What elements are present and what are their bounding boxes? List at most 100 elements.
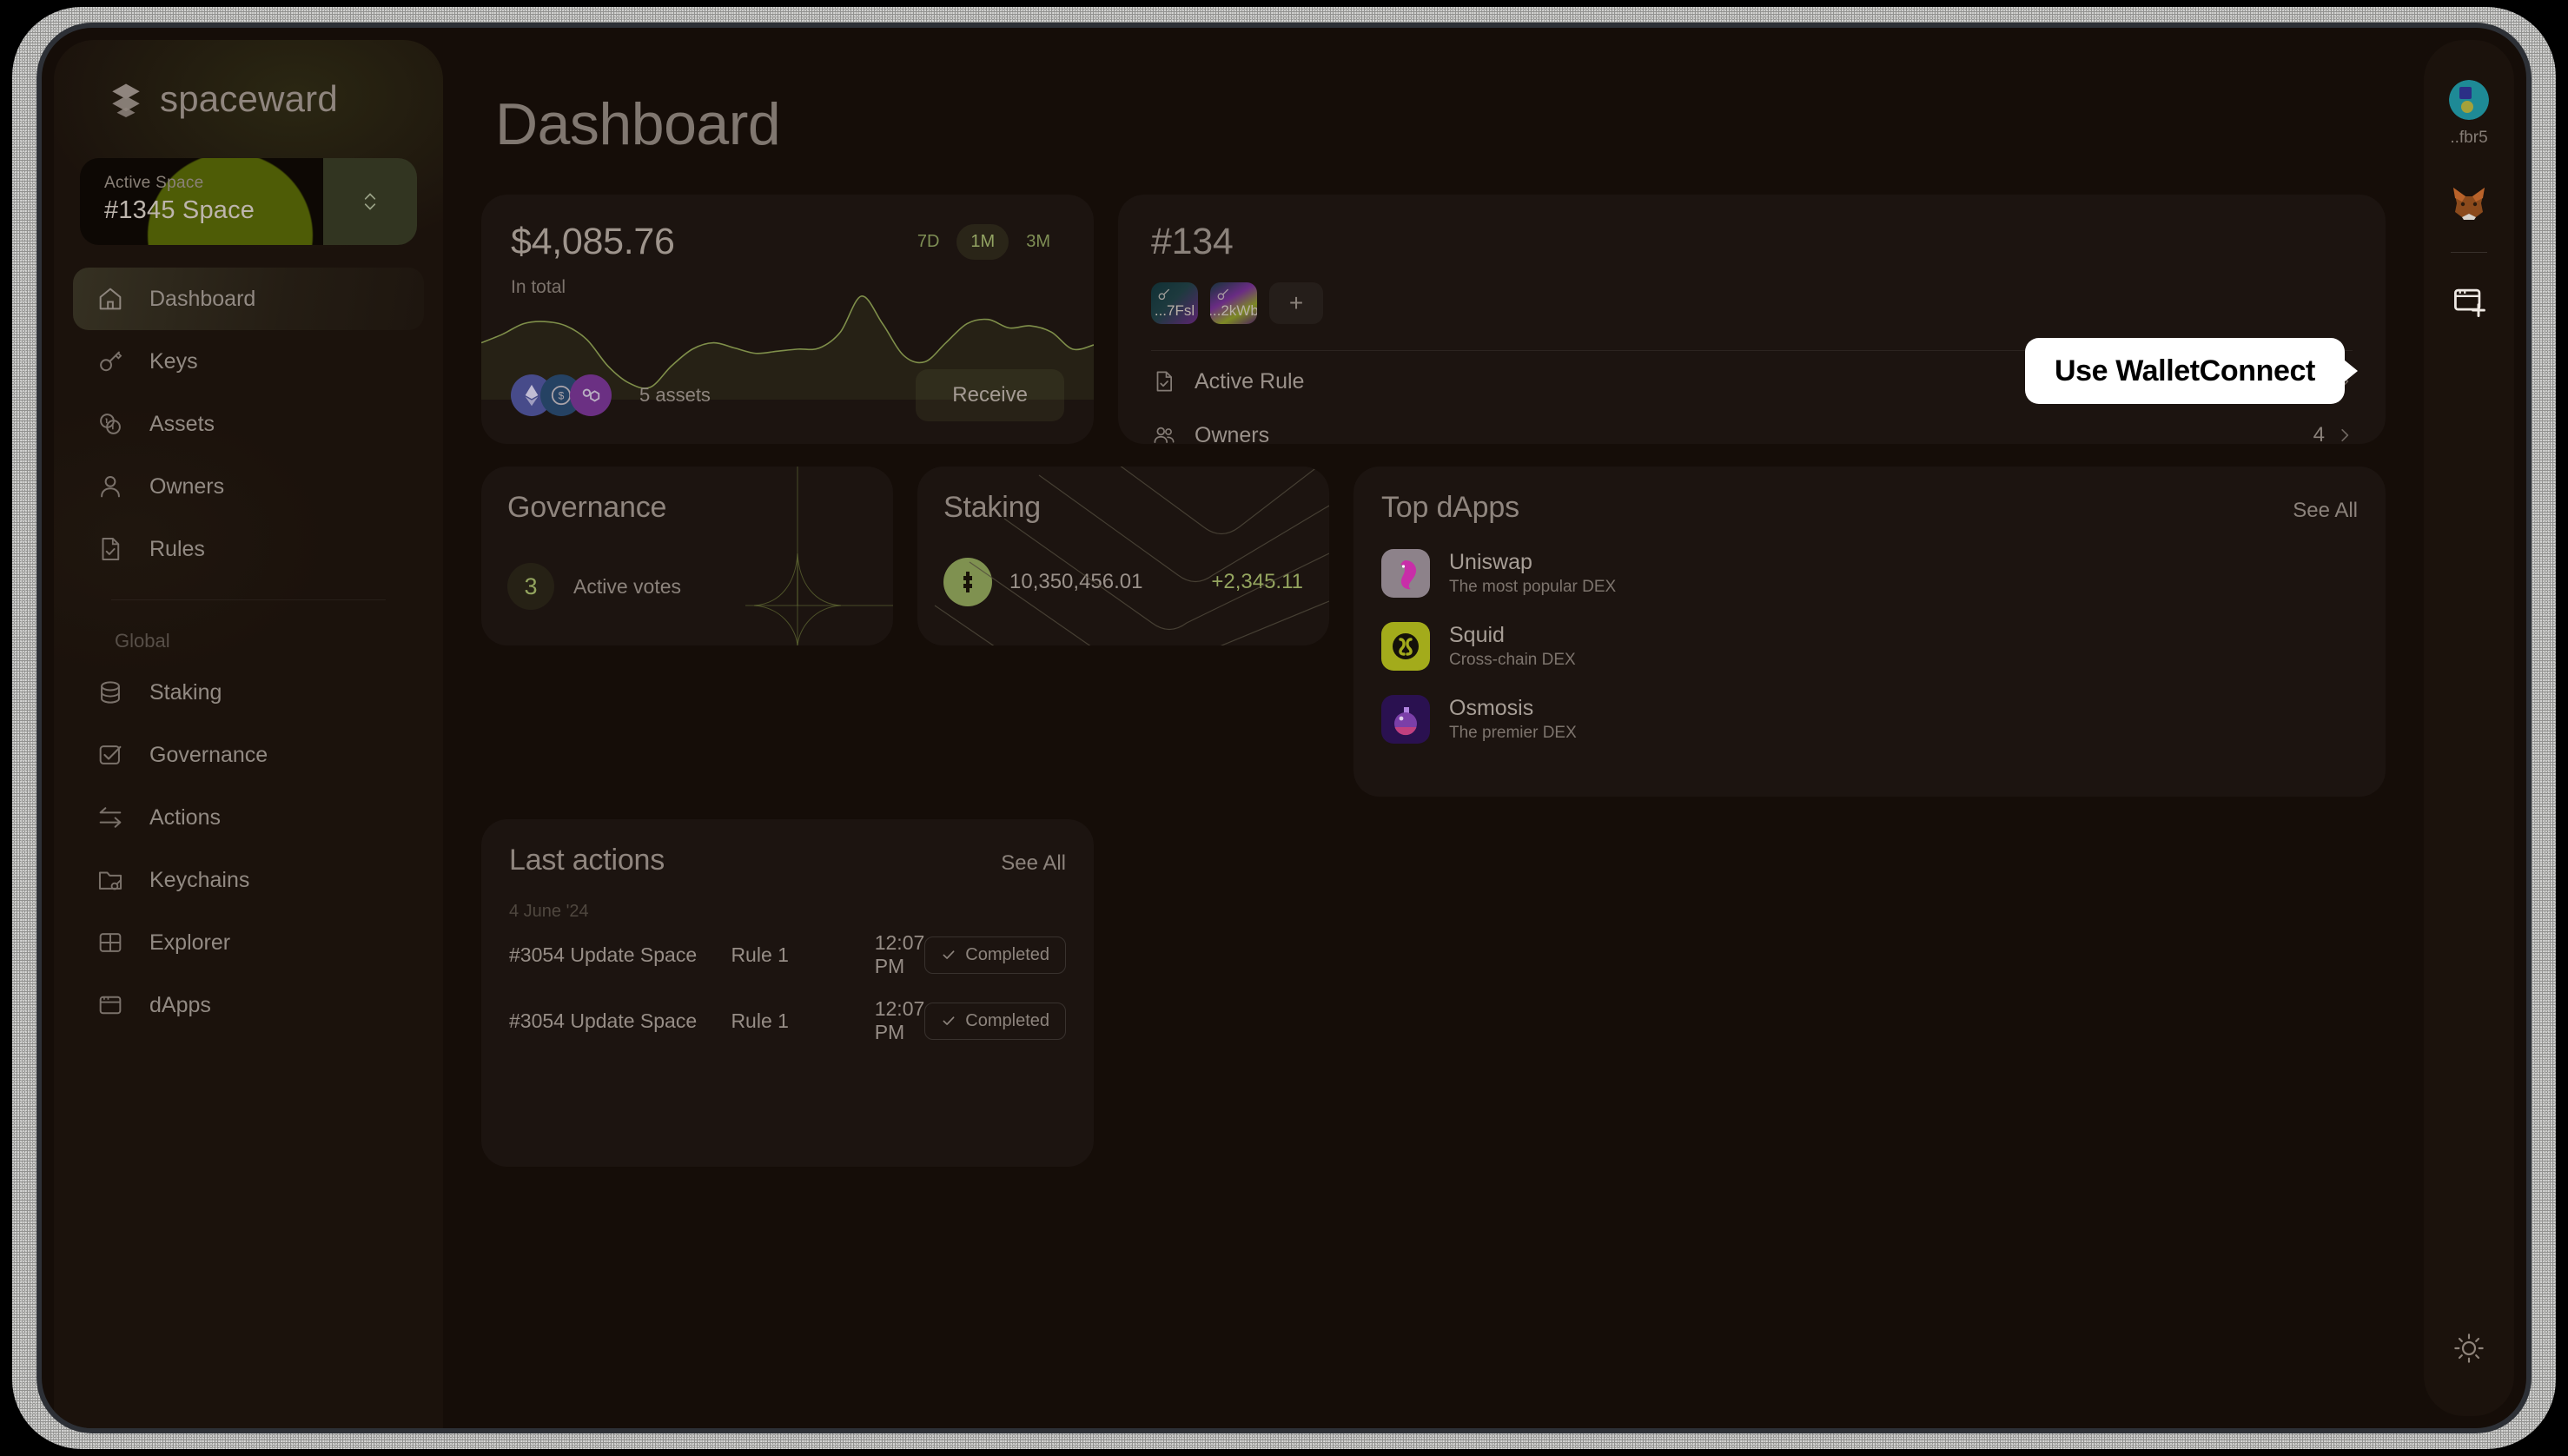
sidebar-item-governance[interactable]: Governance <box>73 724 424 786</box>
staking-card[interactable]: Staking 10,350,456.01 +2,345.11 <box>917 467 1329 645</box>
sidebar-item-staking[interactable]: Staking <box>73 661 424 724</box>
time-range-selector: 7D 1M 3M <box>903 224 1064 260</box>
sidebar-item-actions[interactable]: Actions <box>73 786 424 849</box>
metamask-fox-icon[interactable] <box>2448 181 2490 222</box>
space-selector-toggle[interactable] <box>323 158 417 245</box>
sidebar-group-label: Global <box>73 600 424 661</box>
action-name: #3054 Update Space <box>509 943 731 967</box>
range-7d[interactable]: 7D <box>903 224 954 260</box>
table-row[interactable]: #3054 Update Space Rule 1 12:07 PM Compl… <box>509 922 1066 988</box>
action-time: 12:07 PM <box>875 997 925 1044</box>
status-badge-label: Completed <box>965 1011 1049 1031</box>
key-icon <box>96 347 125 376</box>
sidebar: spaceward Active Space #1345 Space <box>54 40 443 1428</box>
status-badge: Completed <box>924 936 1066 974</box>
action-rule: Rule 1 <box>731 1009 874 1033</box>
swap-arrows-icon <box>96 803 125 832</box>
sidebar-item-label: Governance <box>149 743 268 768</box>
sidebar-item-label: Assets <box>149 412 215 437</box>
action-name: #3054 Update Space <box>509 1009 731 1033</box>
dapp-list-item[interactable]: Squid Cross-chain DEX <box>1381 622 2358 671</box>
squid-icon <box>1381 622 1430 671</box>
asset-coin-cluster: $ <box>511 374 612 416</box>
active-space-selector[interactable]: Active Space #1345 Space <box>80 158 417 245</box>
sidebar-item-keychains[interactable]: Keychains <box>73 849 424 911</box>
sidebar-item-label: Keychains <box>149 868 249 893</box>
sidebar-item-rules[interactable]: Rules <box>73 518 424 580</box>
top-dapps-see-all[interactable]: See All <box>2293 499 2358 523</box>
account-avatar-icon[interactable] <box>2449 80 2489 120</box>
last-actions-title: Last actions <box>509 844 665 877</box>
primary-nav: Dashboard Keys <box>54 268 443 1036</box>
home-icon <box>96 284 125 314</box>
app-screen: spaceward Active Space #1345 Space <box>42 28 2526 1428</box>
sidebar-item-dapps[interactable]: dApps <box>73 974 424 1036</box>
governance-card[interactable]: Governance 3 Active votes <box>481 467 893 645</box>
check-icon <box>941 947 956 963</box>
range-3m[interactable]: 3M <box>1012 224 1064 260</box>
device-frame: spaceward Active Space #1345 Space <box>0 0 2568 1456</box>
sidebar-item-explorer[interactable]: Explorer <box>73 911 424 974</box>
space-card-title: #134 <box>1151 221 2353 263</box>
dapp-list-item[interactable]: Uniswap The most popular DEX <box>1381 549 2358 598</box>
tooltip-text: Use WalletConnect <box>2055 354 2315 388</box>
user-icon <box>96 472 125 501</box>
chevron-up-down-icon <box>359 187 381 216</box>
top-dapps-title: Top dApps <box>1381 491 1519 525</box>
stacked-chevrons-logo-icon <box>108 81 144 117</box>
balance-footer: $ 5 assets Receive <box>511 369 1064 421</box>
coins-icon <box>96 409 125 439</box>
key-icon <box>1215 287 1231 302</box>
dapp-list-item[interactable]: Osmosis The premier DEX <box>1381 695 2358 744</box>
balance-header: $4,085.76 In total 7D 1M 3M <box>511 221 1064 298</box>
walletconnect-tooltip: Use WalletConnect <box>2025 338 2345 404</box>
svg-text:$: $ <box>559 390 565 402</box>
users-icon <box>1151 422 1177 444</box>
key-chip-label: ...2kWb <box>1210 302 1257 324</box>
sun-icon[interactable] <box>2452 1331 2486 1366</box>
osmosis-icon <box>1381 695 1430 744</box>
last-actions-date: 4 June '24 <box>509 902 1066 922</box>
brand-name: spaceward <box>160 78 338 120</box>
sidebar-item-label: Staking <box>149 680 222 705</box>
key-icon <box>1156 287 1172 302</box>
balance-values: $4,085.76 In total <box>511 221 675 298</box>
dapp-description: Cross-chain DEX <box>1449 651 1576 670</box>
action-time: 12:07 PM <box>875 931 925 978</box>
account-avatar-label: ..fbr5 <box>2450 129 2487 148</box>
brand-logo[interactable]: spaceward <box>54 40 443 120</box>
key-chip-label: ...7Fsl <box>1155 302 1195 324</box>
owners-value: 4 <box>2313 423 2325 444</box>
key-chip[interactable]: ...2kWb <box>1210 282 1257 324</box>
sidebar-item-label: Dashboard <box>149 287 255 312</box>
table-row[interactable]: #3054 Update Space Rule 1 12:07 PM Compl… <box>509 988 1066 1054</box>
key-chip[interactable]: ...7Fsl <box>1151 282 1198 324</box>
sidebar-item-keys[interactable]: Keys <box>73 330 424 393</box>
check-icon <box>941 1013 956 1029</box>
last-actions-see-all[interactable]: See All <box>1001 851 1066 876</box>
owners-row[interactable]: Owners 4 <box>1151 408 2353 444</box>
sidebar-item-owners[interactable]: Owners <box>73 455 424 518</box>
dapp-name: Squid <box>1449 623 1576 648</box>
balance-card: $4,085.76 In total 7D 1M 3M <box>481 195 1094 444</box>
sparkle-decoration-icon <box>745 467 893 645</box>
status-badge-label: Completed <box>965 945 1049 965</box>
dapp-text: Uniswap The most popular DEX <box>1449 550 1616 597</box>
add-key-button[interactable]: + <box>1269 282 1323 324</box>
sidebar-item-assets[interactable]: Assets <box>73 393 424 455</box>
sidebar-item-dashboard[interactable]: Dashboard <box>73 268 424 330</box>
sidebar-item-label: dApps <box>149 993 211 1018</box>
top-cards-row: $4,085.76 In total 7D 1M 3M <box>481 195 2386 444</box>
sidebar-item-label: Explorer <box>149 930 230 956</box>
range-1m[interactable]: 1M <box>956 224 1009 260</box>
database-icon <box>96 678 125 707</box>
status-badge: Completed <box>924 1003 1066 1040</box>
browser-window-icon <box>96 990 125 1020</box>
chevron-right-icon <box>2337 427 2353 443</box>
assets-count-label: 5 assets <box>639 384 711 407</box>
receive-button[interactable]: Receive <box>916 369 1064 421</box>
browser-add-icon[interactable] <box>2450 282 2488 321</box>
active-votes-count: 3 <box>507 563 554 610</box>
active-votes-label: Active votes <box>573 575 681 599</box>
dapp-name: Osmosis <box>1449 696 1577 721</box>
